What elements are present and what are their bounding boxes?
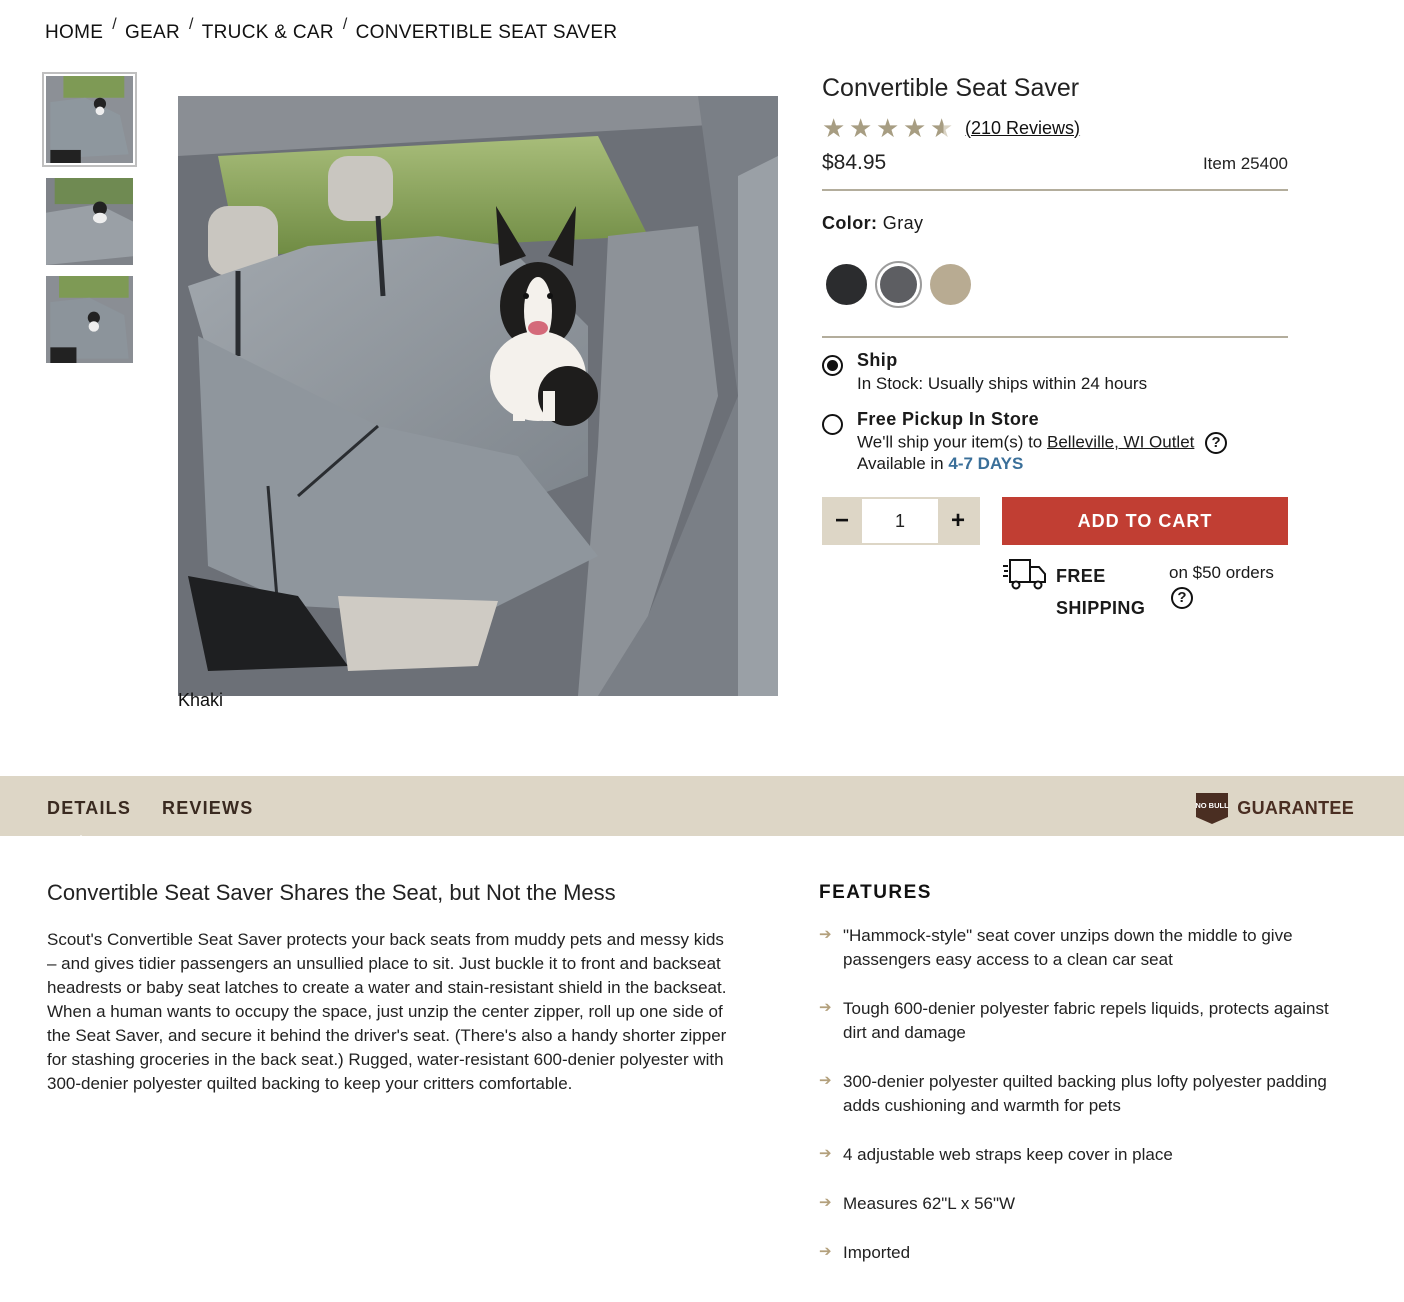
feature-text: 300-denier polyester quilted backing plu… — [843, 1072, 1327, 1115]
thumbnail-image — [46, 178, 133, 265]
feature-text: 4 adjustable web straps keep cover in pl… — [843, 1145, 1173, 1164]
breadcrumb-gear[interactable]: GEAR — [125, 22, 180, 44]
pickup-text: We'll ship your item(s) to Belleville, W… — [857, 432, 1228, 473]
item-number: Item 25400 — [1202, 154, 1288, 173]
pickup-option[interactable]: Free Pickup In Store We'll ship your ite… — [822, 409, 1288, 473]
ship-stock-text: In Stock: Usually ships within 24 hours — [857, 374, 1148, 393]
thumbnail-1[interactable] — [42, 72, 137, 167]
star-icon: ★ — [903, 113, 927, 143]
ship-title: Ship — [857, 350, 898, 370]
color-label: Color: — [822, 213, 878, 233]
free-shipping-note: on $50 orders — [1169, 563, 1274, 582]
feature-text: Tough 600-denier polyester fabric repels… — [843, 999, 1329, 1042]
pickup-option-body: Free Pickup In Store We'll ship your ite… — [857, 409, 1228, 473]
swatch-black[interactable] — [826, 263, 867, 305]
feature-item: ➔ Tough 600-denier polyester fabric repel… — [819, 997, 1339, 1045]
arrow-right-icon: ➔ — [819, 1145, 832, 1162]
swatch-khaki[interactable] — [930, 263, 971, 305]
arrow-right-icon: ➔ — [819, 1194, 832, 1211]
star-icon: ★ — [822, 113, 846, 143]
breadcrumb: HOME / GEAR / TRUCK & CAR / CONVERTIBLE … — [45, 16, 618, 44]
feature-item: ➔ 4 adjustable web straps keep cover in p… — [819, 1143, 1339, 1167]
product-photo — [178, 96, 778, 696]
thumbnail-image — [46, 76, 133, 163]
help-icon[interactable]: ? — [1171, 587, 1193, 609]
breadcrumb-separator: / — [189, 16, 194, 33]
free-shipping-label: FREE SHIPPING — [1056, 566, 1146, 618]
thumbnail-image — [46, 276, 133, 363]
guarantee-label: GUARANTEE — [1237, 797, 1354, 818]
thumbnail-3[interactable] — [46, 276, 133, 363]
arrow-right-icon: ➔ — [819, 1072, 832, 1089]
pickup-radio[interactable] — [822, 414, 843, 435]
swatch-gray[interactable] — [875, 260, 922, 308]
pickup-text-prefix: We'll ship your item(s) to — [857, 432, 1043, 452]
tab-details[interactable]: DETAILS — [47, 798, 131, 846]
help-icon[interactable]: ? — [1205, 432, 1228, 454]
breadcrumb-home[interactable]: HOME — [45, 22, 103, 44]
product-title: Convertible Seat Saver — [822, 74, 1080, 102]
quantity-stepper: − + — [822, 497, 980, 545]
free-shipping-banner: FREE SHIPPING on $50 orders ? — [1002, 556, 1288, 620]
feature-text: "Hammock-style" seat cover unzips down t… — [843, 926, 1293, 969]
quantity-input[interactable] — [862, 499, 938, 543]
star-icon: ★ — [876, 113, 900, 143]
rating-stars: ★ ★ ★ ★ ★ — [822, 115, 957, 141]
star-icon: ★ — [849, 113, 873, 143]
breadcrumb-truck-car[interactable]: TRUCK & CAR — [202, 22, 334, 44]
guarantee-link[interactable]: NO BULL GUARANTEE — [1195, 791, 1354, 825]
divider — [822, 336, 1288, 338]
feature-item: ➔ Measures 62"L x 56"W — [819, 1192, 1339, 1216]
arrow-right-icon: ➔ — [819, 1243, 832, 1260]
breadcrumb-separator: / — [342, 16, 348, 33]
ship-radio[interactable] — [822, 355, 843, 376]
half-star-icon: ★ — [930, 115, 957, 141]
feature-item: ➔ "Hammock-style" seat cover unzips down … — [819, 924, 1339, 972]
arrow-right-icon: ➔ — [819, 999, 832, 1016]
thumbnail-list — [42, 72, 138, 374]
product-image[interactable] — [178, 96, 778, 696]
breadcrumb-current: CONVERTIBLE SEAT SAVER — [355, 22, 618, 43]
no-bull-badge-icon: NO BULL — [1196, 793, 1230, 824]
product-tabs: DETAILS REVIEWS NO BULL GUARANTEE — [0, 776, 1404, 846]
add-to-cart-button[interactable]: ADD TO CART — [1002, 497, 1288, 545]
available-prefix: Available in — [857, 454, 944, 473]
store-link[interactable]: Belleville, WI Outlet — [1047, 432, 1194, 451]
quantity-decrease-button[interactable]: − — [822, 497, 862, 545]
color-swatches — [822, 260, 1288, 308]
ship-option[interactable]: Ship In Stock: Usually ships within 24 h… — [822, 350, 1288, 395]
details-heading: Convertible Seat Saver Shares the Seat, … — [47, 880, 616, 905]
product-price: $84.95 — [822, 151, 887, 174]
fulfillment-options: Ship In Stock: Usually ships within 24 h… — [822, 350, 1288, 473]
breadcrumb-separator: / — [112, 16, 117, 33]
feature-item: ➔ 300-denier polyester quilted backing pl… — [819, 1070, 1339, 1118]
features-list: ➔ "Hammock-style" seat cover unzips down … — [819, 924, 1339, 1265]
truck-icon — [1003, 559, 1046, 590]
pickup-days: 4-7 DAYS — [948, 454, 1024, 473]
guarantee-badge-text: NO BULL — [1196, 801, 1230, 810]
tab-reviews[interactable]: REVIEWS — [162, 798, 253, 819]
color-selection-label: Color: Gray — [822, 213, 1288, 234]
price-row: $84.95 Item 25400 — [822, 151, 1288, 191]
features-heading: FEATURES — [819, 882, 932, 903]
details-body: Scout's Convertible Seat Saver protects … — [47, 930, 727, 1093]
details-section: Convertible Seat Saver Shares the Seat, … — [47, 880, 737, 1096]
image-alt-text: Khaki — [178, 690, 224, 710]
arrow-right-icon: ➔ — [819, 926, 832, 943]
thumbnail-2[interactable] — [46, 178, 133, 265]
product-info: Convertible Seat Saver ★ ★ ★ ★ ★ (210 Re… — [822, 72, 1288, 545]
cart-row: − + ADD TO CART — [822, 497, 1288, 545]
feature-text: Measures 62"L x 56"W — [843, 1194, 1016, 1213]
reviews-link[interactable]: (210 Reviews) — [965, 118, 1080, 139]
feature-item: ➔ Imported — [819, 1241, 1339, 1265]
features-section: FEATURES ➔ "Hammock-style" seat cover unz… — [819, 882, 1339, 1290]
color-value: Gray — [882, 213, 924, 233]
pickup-title: Free Pickup In Store — [857, 409, 1040, 429]
ship-option-body: Ship In Stock: Usually ships within 24 h… — [857, 350, 1147, 395]
feature-text: Imported — [843, 1243, 911, 1262]
quantity-increase-button[interactable]: + — [938, 497, 978, 545]
product-rating: ★ ★ ★ ★ ★ (210 Reviews) — [822, 115, 1288, 141]
